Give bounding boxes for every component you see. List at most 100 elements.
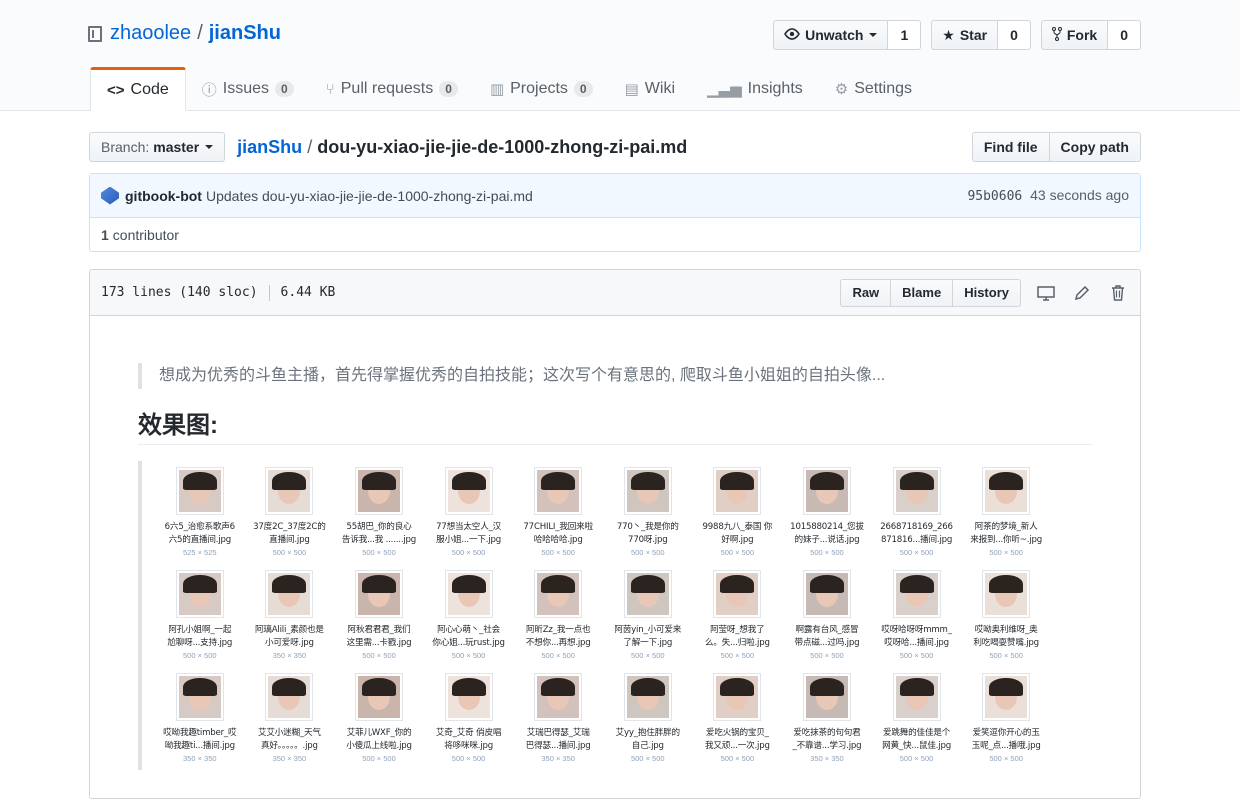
history-button[interactable]: History bbox=[953, 278, 1021, 307]
fork-button[interactable]: Fork bbox=[1040, 20, 1109, 50]
gallery-item[interactable]: 阿莹呀_想我了 么。失...归啦.jpg 500 × 500 bbox=[693, 564, 783, 667]
gallery-item[interactable]: 艾yy_抱住胖胖的 自己.jpg 500 × 500 bbox=[603, 667, 693, 770]
gallery-item[interactable]: 爱笑逗你开心的玉 玉呢_点...播哦.jpg 500 × 500 bbox=[961, 667, 1051, 770]
gallery-item[interactable]: 哎呀哈呀呀mmm_ 哎呀哈...播间.jpg 500 × 500 bbox=[872, 564, 962, 667]
thumbnail-image[interactable] bbox=[354, 673, 403, 721]
branch-select-button[interactable]: Branch: master bbox=[89, 132, 226, 162]
contributors[interactable]: 1 contributor bbox=[90, 218, 1140, 252]
commit-message-link[interactable]: Updates dou-yu-xiao-jie-jie-de-1000-zhon… bbox=[206, 188, 533, 204]
thumbnail-image[interactable] bbox=[444, 570, 493, 618]
thumbnail-image[interactable] bbox=[265, 570, 314, 618]
gallery-item[interactable]: 77想当太空人_汉 服小姐...一下.jpg 500 × 500 bbox=[424, 461, 514, 564]
thumbnail-image[interactable] bbox=[713, 570, 762, 618]
thumbnail-image[interactable] bbox=[982, 570, 1031, 618]
image-dimensions: 500 × 500 bbox=[720, 548, 755, 557]
tab-projects[interactable]: ▥ Projects 0 bbox=[474, 67, 609, 111]
thumbnail-image[interactable] bbox=[802, 570, 851, 618]
repo-owner-link[interactable]: zhaoolee bbox=[110, 22, 191, 45]
thumbnail-image[interactable] bbox=[265, 673, 314, 721]
thumbnail-image[interactable] bbox=[534, 570, 583, 618]
thumbnail-image[interactable] bbox=[982, 467, 1031, 515]
fork-count[interactable]: 0 bbox=[1108, 20, 1141, 50]
tab-insights[interactable]: ▁▃▅ Insights bbox=[691, 67, 819, 111]
gallery-item[interactable]: 阿秋君君君_我们 这里需...卡戳.jpg 500 × 500 bbox=[334, 564, 424, 667]
thumbnail-image[interactable] bbox=[444, 673, 493, 721]
gallery-item[interactable]: 艾菲儿WXF_你的 小傻瓜上线啦.jpg 500 × 500 bbox=[334, 667, 424, 770]
thumbnail-image[interactable] bbox=[534, 467, 583, 515]
thumbnail-image[interactable] bbox=[623, 570, 672, 618]
watch-count[interactable]: 1 bbox=[888, 20, 922, 50]
star-count[interactable]: 0 bbox=[998, 20, 1031, 50]
thumbnail-image[interactable] bbox=[623, 673, 672, 721]
thumbnail-image[interactable] bbox=[713, 467, 762, 515]
gallery-item[interactable]: 啊露有台风_感冒 带点磁...过吗.jpg 500 × 500 bbox=[782, 564, 872, 667]
pencil-icon[interactable] bbox=[1073, 284, 1091, 302]
avatar[interactable] bbox=[101, 186, 119, 205]
thumbnail-image[interactable] bbox=[444, 467, 493, 515]
gallery-item[interactable]: 阿心心萌丶_社会 你心姐...玩rust.jpg 500 × 500 bbox=[424, 564, 514, 667]
thumbnail-image[interactable] bbox=[623, 467, 672, 515]
image-dimensions: 500 × 500 bbox=[720, 754, 755, 763]
blame-button[interactable]: Blame bbox=[891, 278, 954, 307]
gallery-item[interactable]: 6六5_治愈系歌声6 六5的直播间.jpg 525 × 525 bbox=[155, 461, 245, 564]
thumbnail-image[interactable] bbox=[354, 570, 403, 618]
commit-sha-link[interactable]: 95b0606 bbox=[967, 189, 1022, 204]
tab-code[interactable]: <> Code bbox=[90, 67, 186, 111]
gallery-item[interactable]: 2668718169_266 871816...播间.jpg 500 × 500 bbox=[872, 461, 962, 564]
copy-path-button[interactable]: Copy path bbox=[1049, 132, 1141, 162]
thumbnail-image[interactable] bbox=[175, 673, 224, 721]
gallery-item[interactable]: 阿昕Zz_我一点也 不想你...再想.jpg 500 × 500 bbox=[513, 564, 603, 667]
gallery-item[interactable]: 爱跳舞的佳佳是个 网黄_快...鼠佳.jpg 500 × 500 bbox=[872, 667, 962, 770]
image-dimensions: 500 × 500 bbox=[989, 754, 1023, 763]
gallery-item[interactable]: 阿茶的梦境_新人 来报到...你听~.jpg 500 × 500 bbox=[961, 461, 1051, 564]
image-caption: 哎呦奥利维呀_奥 利吃喝耍赞嘴.jpg bbox=[973, 625, 1039, 648]
tab-pull-requests[interactable]: ⑂ Pull requests 0 bbox=[310, 67, 474, 111]
find-file-button[interactable]: Find file bbox=[971, 132, 1050, 162]
gallery-item[interactable]: 艾瑞巴得瑟_艾瑞 巴得瑟...播间.jpg 350 × 350 bbox=[513, 667, 603, 770]
gallery-item[interactable]: 爱吃抹茶的句句君 _不靠谱...学习.jpg 350 × 350 bbox=[782, 667, 872, 770]
thumbnail-image[interactable] bbox=[892, 467, 941, 515]
repo-name-link[interactable]: jianShu bbox=[209, 22, 281, 45]
star-button[interactable]: ★ Star bbox=[931, 20, 999, 50]
tab-wiki[interactable]: ▤ Wiki bbox=[609, 67, 691, 111]
repo-title-separator: / bbox=[197, 22, 203, 44]
thumbnail-image[interactable] bbox=[175, 570, 224, 618]
thumbnail-image[interactable] bbox=[802, 467, 851, 515]
unwatch-button[interactable]: Unwatch bbox=[773, 20, 889, 50]
gallery-item[interactable]: 770丶_我是你的 770呀.jpg 500 × 500 bbox=[603, 461, 693, 564]
tab-issues[interactable]: ⓘ Issues 0 bbox=[186, 67, 310, 111]
gallery-item[interactable]: 艾奇_艾奇 俏皮唱 将哆咪咪.jpg 500 × 500 bbox=[424, 667, 514, 770]
gallery-item[interactable]: 1015880214_您拔 的妹子...说话.jpg 500 × 500 bbox=[782, 461, 872, 564]
thumbnail-image[interactable] bbox=[892, 570, 941, 618]
gallery-item[interactable]: 37度2C_37度2C的 直播间.jpg 500 × 500 bbox=[245, 461, 335, 564]
gallery-item[interactable]: 艾艾小迷糊_天气 真好。。。。。.jpg 350 × 350 bbox=[245, 667, 335, 770]
trash-icon[interactable] bbox=[1109, 284, 1127, 302]
commit-author-link[interactable]: gitbook-bot bbox=[125, 188, 202, 204]
gallery-item[interactable]: 阿茵yin_小可爱来 了解一下.jpg 500 × 500 bbox=[603, 564, 693, 667]
breadcrumb-repo-link[interactable]: jianShu bbox=[237, 137, 302, 157]
thumbnail-image[interactable] bbox=[713, 673, 762, 721]
tab-counter: 0 bbox=[275, 81, 294, 97]
thumbnail-image[interactable] bbox=[175, 467, 224, 515]
file-icon-actions bbox=[1037, 284, 1127, 302]
breadcrumb-separator: / bbox=[307, 136, 313, 157]
thumbnail-image[interactable] bbox=[892, 673, 941, 721]
thumbnail-image[interactable] bbox=[534, 673, 583, 721]
gallery-item[interactable]: 阿璃Alili_素颜也是 小可爱呀.jpg 350 × 350 bbox=[245, 564, 335, 667]
thumbnail-image[interactable] bbox=[982, 673, 1031, 721]
gallery-item[interactable]: 阿孔小姐啊_一起 尬聊呀...支持.jpg 500 × 500 bbox=[155, 564, 245, 667]
gallery-item[interactable]: 77CHILI_我回来啦 哈哈哈哈.jpg 500 × 500 bbox=[513, 461, 603, 564]
gallery-item[interactable]: 9988九八_泰国 你 好啊.jpg 500 × 500 bbox=[693, 461, 783, 564]
gallery-item[interactable]: 哎呦奥利维呀_奥 利吃喝耍赞嘴.jpg 500 × 500 bbox=[961, 564, 1051, 667]
tab-settings[interactable]: ⚙ Settings bbox=[819, 67, 928, 111]
raw-button[interactable]: Raw bbox=[840, 278, 892, 307]
image-caption: 阿心心萌丶_社会 你心姐...玩rust.jpg bbox=[432, 625, 505, 648]
thumbnail-image[interactable] bbox=[265, 467, 314, 515]
file-info-divider bbox=[268, 284, 270, 301]
thumbnail-image[interactable] bbox=[802, 673, 851, 721]
gallery-item[interactable]: 55胡巴_你的良心 告诉我...我 .......jpg 500 × 500 bbox=[334, 461, 424, 564]
desktop-icon[interactable] bbox=[1037, 284, 1055, 302]
gallery-item[interactable]: 哎呦我趣timber_哎 呦我趣ti...播间.jpg 350 × 350 bbox=[155, 667, 245, 770]
gallery-item[interactable]: 爱吃火锅的宝贝_ 我又顽...一次.jpg 500 × 500 bbox=[693, 667, 783, 770]
thumbnail-image[interactable] bbox=[354, 467, 403, 515]
